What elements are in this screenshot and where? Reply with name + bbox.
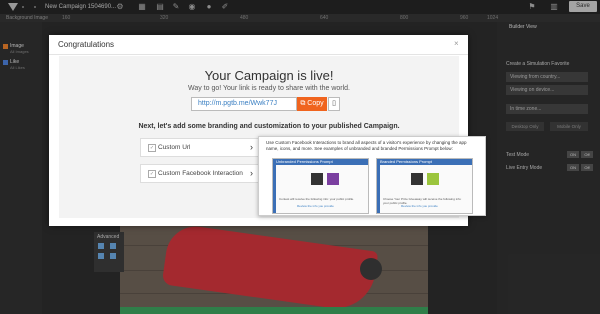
chevron-right-icon: › bbox=[250, 142, 253, 152]
copy-button[interactable]: ⧉ Copy bbox=[297, 97, 327, 111]
unbranded-title: Unbranded Permissions Prompt bbox=[273, 159, 368, 165]
unbranded-caption: Contest will receive the following info:… bbox=[279, 197, 355, 201]
modal-header: Congratulations × bbox=[49, 35, 468, 55]
close-icon[interactable]: × bbox=[454, 39, 459, 48]
option-label: Custom Facebook Interaction bbox=[158, 170, 243, 177]
modal-title: Congratulations bbox=[58, 40, 115, 49]
phone-icon[interactable]: ▯ bbox=[328, 97, 340, 111]
chevron-right-icon: › bbox=[250, 168, 253, 178]
check-icon: ✓ bbox=[148, 170, 156, 178]
custom-url-option[interactable]: ✓ Custom Url › bbox=[140, 138, 262, 157]
review-link[interactable]: Review the info you provide bbox=[401, 204, 438, 208]
copy-label: Copy bbox=[307, 100, 324, 107]
campaign-live-subtext: Way to go! Your link is ready to share w… bbox=[188, 85, 350, 92]
branded-title: Branded Permissions Prompt bbox=[377, 159, 472, 165]
custom-facebook-option[interactable]: ✓ Custom Facebook Interaction › bbox=[140, 164, 262, 183]
branded-prompt-example: Branded Permissions Prompt Choose Your P… bbox=[376, 158, 473, 214]
next-steps-text: Next, let's add some branding and custom… bbox=[138, 123, 400, 130]
review-link[interactable]: Review the info you provide bbox=[297, 204, 334, 208]
option-label: Custom Url bbox=[158, 144, 191, 151]
app-image-icon bbox=[411, 173, 423, 185]
unbranded-prompt-example: Unbranded Permissions Prompt Contest wil… bbox=[272, 158, 369, 214]
campaign-live-heading: Your Campaign is live! bbox=[204, 68, 334, 83]
facebook-bar bbox=[377, 165, 380, 213]
brand-icon bbox=[427, 173, 439, 185]
facebook-bar bbox=[273, 165, 276, 213]
profile-icon bbox=[327, 173, 339, 185]
check-icon: ✓ bbox=[148, 144, 156, 152]
campaign-link-field[interactable]: http://m.pgtb.me/Wwk77J bbox=[191, 97, 297, 111]
facebook-interaction-tooltip: Use Custom Facebook Interactions to bran… bbox=[258, 136, 486, 216]
tooltip-text: Use Custom Facebook Interactions to bran… bbox=[266, 140, 467, 151]
app-image-icon bbox=[311, 173, 323, 185]
copy-icon: ⧉ bbox=[300, 100, 306, 107]
